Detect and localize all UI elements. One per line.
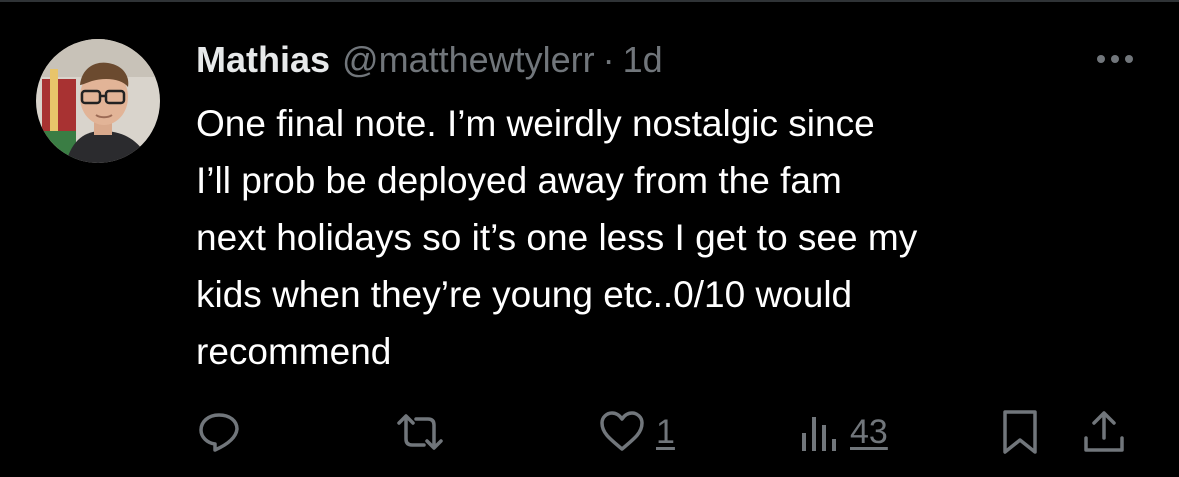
like-button[interactable]: 1 [598,404,675,460]
retweet-button[interactable] [394,404,446,460]
heart-icon [600,411,644,451]
views-button[interactable]: 43 [800,404,888,460]
views-count[interactable]: 43 [850,413,888,452]
avatar-image [36,39,160,163]
reply-icon [199,413,239,452]
tweet-text: One final note. I’m weirdly nostalgic si… [196,103,918,372]
bookmark-icon [1003,410,1037,454]
top-divider [0,0,1179,2]
action-bar: 1 43 [0,404,1179,460]
views-chart-icon [802,417,836,451]
reply-button[interactable] [196,404,242,460]
share-icon [1084,411,1124,452]
timestamp[interactable]: 1d [623,38,663,82]
author-name[interactable]: Mathias [196,38,330,82]
like-count[interactable]: 1 [656,413,675,452]
bookmark-button[interactable] [1000,404,1040,460]
retweet-icon [397,414,443,450]
share-button[interactable] [1082,404,1126,460]
more-icon [1097,55,1133,63]
avatar[interactable] [36,39,160,163]
more-options-button[interactable] [1090,44,1140,74]
tweet-header: Mathias @matthewtylerr · 1d [196,38,663,82]
separator-dot: · [602,39,615,80]
author-handle[interactable]: @matthewtylerr [342,38,595,82]
